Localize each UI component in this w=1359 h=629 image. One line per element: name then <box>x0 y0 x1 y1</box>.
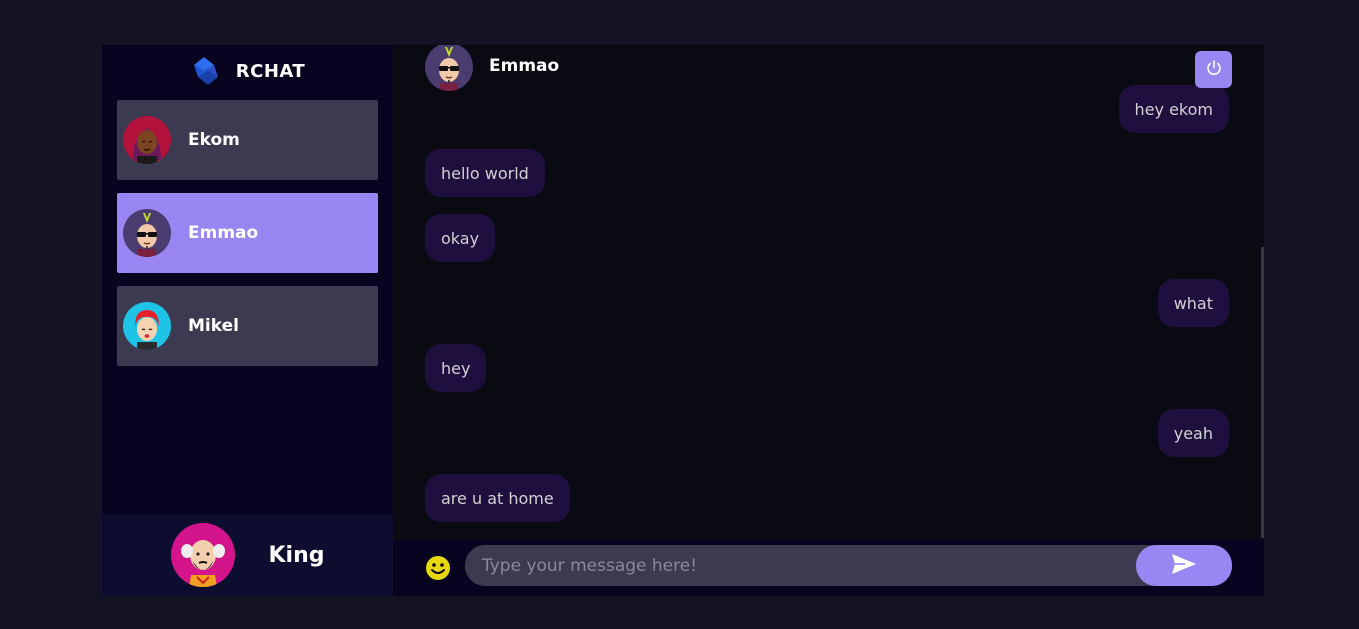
message-input[interactable] <box>465 554 1232 577</box>
contact-name: Ekom <box>188 130 240 150</box>
message-composer <box>393 540 1264 596</box>
message-received: hello world <box>425 149 545 197</box>
message-sent: yeah <box>1157 409 1229 457</box>
brand-header: RCHAT <box>102 45 393 97</box>
ekom-avatar-icon <box>123 116 171 164</box>
message-scrollbar[interactable] <box>1261 247 1264 538</box>
contact-item-mikel[interactable]: Mikel <box>117 286 378 366</box>
send-button[interactable] <box>1136 545 1232 586</box>
message-received: are u at home <box>425 474 570 522</box>
message-input-wrapper <box>465 545 1232 586</box>
chat-app: RCHAT Ekom Emmao Mikel King hey ekom hel… <box>102 45 1264 596</box>
send-icon <box>1170 552 1198 580</box>
logout-button[interactable] <box>1195 51 1232 88</box>
emmao-avatar-icon <box>425 45 473 91</box>
message-received: okay <box>425 214 496 262</box>
contact-list: Ekom Emmao Mikel <box>102 97 393 366</box>
contact-name: Emmao <box>188 223 259 243</box>
contact-item-emmao[interactable]: Emmao <box>117 193 378 273</box>
message-list[interactable]: hey ekom hello world okay what hey yeah … <box>393 45 1264 537</box>
emmao-avatar-icon <box>123 209 171 257</box>
contact-name: Mikel <box>188 316 239 336</box>
contacts-sidebar: RCHAT Ekom Emmao Mikel King <box>102 45 393 596</box>
chat-header: Emmao <box>393 45 1264 93</box>
chat-panel: hey ekom hello world okay what hey yeah … <box>393 45 1264 596</box>
brand-name: RCHAT <box>235 60 306 82</box>
chat-recipient-name: Emmao <box>489 56 560 76</box>
current-user-name: King <box>268 542 325 568</box>
current-user-panel: King <box>102 514 393 596</box>
contact-item-ekom[interactable]: Ekom <box>117 100 378 180</box>
message-received: hey <box>425 344 487 392</box>
smiley-icon[interactable] <box>425 555 451 581</box>
power-icon <box>1205 59 1223 81</box>
king-avatar-icon[interactable] <box>170 523 235 587</box>
rchat-logo-icon <box>190 55 222 87</box>
mikel-avatar-icon <box>123 302 171 350</box>
message-sent: what <box>1157 279 1229 327</box>
